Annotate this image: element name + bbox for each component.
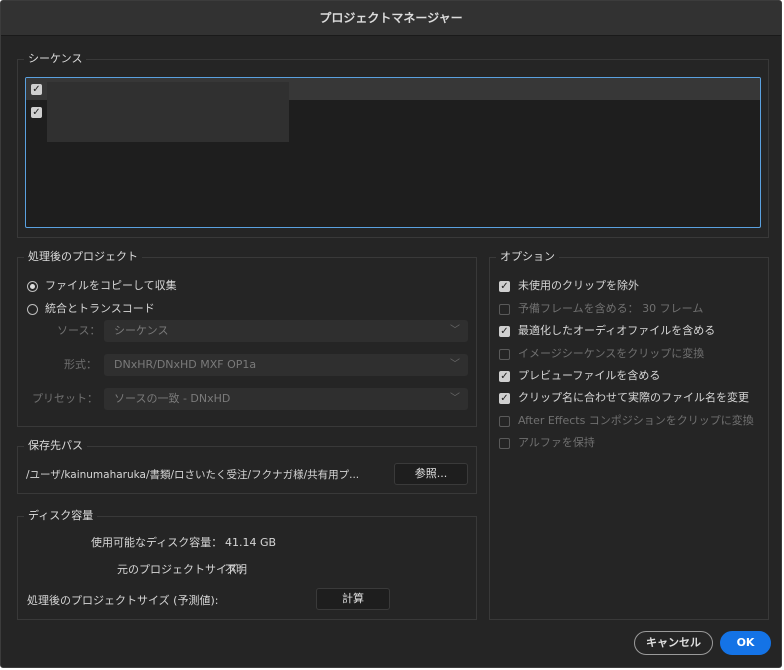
resulting-project-title: 処理後のプロジェクト [24,249,142,265]
format-value: DNxHR/DNxHD MXF OP1a [114,358,257,371]
collect-copy-radio[interactable] [27,281,38,292]
sequence-checkbox[interactable]: ✓ [31,107,42,118]
browse-button[interactable]: 参照... [394,463,468,485]
source-select[interactable]: シーケンス ﹀ [104,320,468,342]
project-manager-dialog: プロジェクトマネージャー シーケンス ✓ ✓ 処理後のプロジェクト ファイルをコ… [0,0,782,668]
calculate-button[interactable]: 計算 [316,588,390,610]
conformed-audio-checkbox[interactable]: ✓ [499,326,510,337]
sequences-title: シーケンス [24,51,87,67]
after-effects-checkbox[interactable]: ✓ [499,416,510,427]
sequence-name-redacted [47,82,289,142]
available-space-label: 使用可能なディスク容量： [91,536,223,549]
disk-space-title: ディスク容量 [24,508,98,524]
consolidate-transcode-label: 統合とトランスコード [45,302,155,315]
preserve-alpha-checkbox[interactable]: ✓ [499,438,510,449]
preview-files-label: プレビューファイルを含める [518,369,661,382]
chevron-down-icon: ﹀ [450,359,460,370]
handles-checkbox[interactable]: ✓ [499,304,510,315]
exclude-unused-checkbox[interactable]: ✓ [499,281,510,292]
consolidate-transcode-radio[interactable] [27,304,38,315]
preview-files-checkbox[interactable]: ✓ [499,371,510,382]
image-sequence-label: イメージシーケンスをクリップに変換 [518,347,705,360]
chevron-down-icon: ﹀ [450,393,460,404]
sequence-list[interactable]: ✓ ✓ [25,77,761,228]
available-space-value: 41.14 GB [225,536,277,549]
options-title: オプション [496,249,559,265]
resulting-size-label: 処理後のプロジェクトサイズ (予測値): [27,594,219,607]
preserve-alpha-label: アルファを保持 [518,436,595,449]
destination-title: 保存先パス [24,438,87,454]
chevron-down-icon: ﹀ [450,325,460,336]
destination-path: /ユーザ/kainumaharuka/書類/ロさいたく受注/フクナガ様/共有用プ… [26,469,360,481]
preset-select[interactable]: ソースの一致 - DNxHD ﹀ [104,388,468,410]
after-effects-label: After Effects コンポジションをクリップに変換 [518,414,754,427]
rename-files-checkbox[interactable]: ✓ [499,393,510,404]
ok-button[interactable]: OK [720,631,771,655]
format-label: 形式： [64,358,97,371]
handles-label: 予備フレームを含める： 30 フレーム [518,302,704,315]
cancel-button[interactable]: キャンセル [634,631,713,655]
original-size-value: 不明 [225,563,247,576]
rename-files-label: クリップ名に合わせて実際のファイル名を変更 [518,391,749,404]
exclude-unused-label: 未使用のクリップを除外 [518,279,639,292]
format-select[interactable]: DNxHR/DNxHD MXF OP1a ﹀ [104,354,468,376]
preset-value: ソースの一致 - DNxHD [114,392,231,405]
preset-label: プリセット： [32,392,98,405]
sequence-checkbox[interactable]: ✓ [31,84,42,95]
source-label: ソース： [57,324,101,337]
conformed-audio-label: 最適化したオーディオファイルを含める [518,324,716,337]
collect-copy-label: ファイルをコピーして収集 [45,279,177,292]
source-value: シーケンス [114,324,169,337]
image-sequence-checkbox[interactable]: ✓ [499,349,510,360]
dialog-title: プロジェクトマネージャー [1,1,781,36]
